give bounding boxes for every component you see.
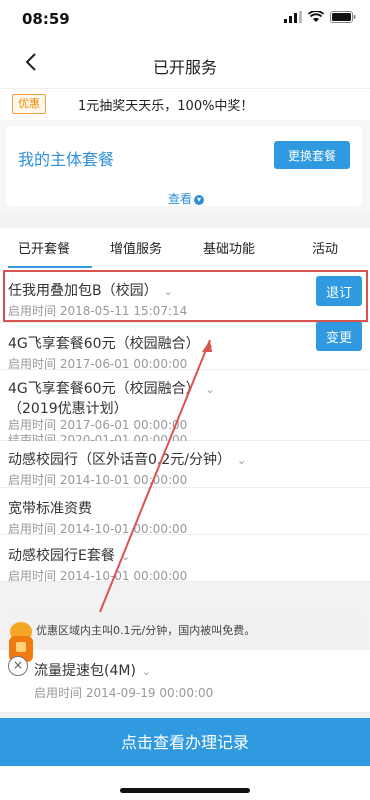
tab-value-added[interactable]: 增值服务	[110, 238, 162, 257]
list-item[interactable]: 动感校园行E套餐 ⌄ 启用时间 2014-10-01 00:00:00	[0, 535, 370, 583]
item-start-time: 启用时间 2014-10-01 00:00:00	[8, 473, 188, 487]
item-name: 4G飞享套餐60元（校园融合）	[8, 336, 200, 352]
item-name: 动感校园行（区外话音0.2元/分钟）	[8, 452, 231, 468]
notice-text: 优惠区域内主叫0.1元/分钟，国内被叫免费。	[36, 624, 256, 637]
list-item[interactable]: 4G飞享套餐60元（校园融合） ⌄ 启用时间 2017-06-01 00:00:0…	[0, 321, 370, 371]
view-records-button[interactable]: 点击查看办理记录	[0, 718, 370, 766]
item-name: 动感校园行E套餐	[8, 548, 115, 564]
chevron-down-icon: ⌄	[141, 665, 152, 678]
main-plan-title: 我的主体套餐	[18, 150, 115, 169]
home-indicator-area	[0, 766, 370, 800]
list-item[interactable]: 宽带标准资费 启用时间 2014-10-01 00:00:00	[0, 488, 370, 536]
home-indicator	[120, 788, 250, 793]
page-title: 已开服务	[152, 58, 217, 77]
item-start-time: 启用时间 2017-06-01 00:00:00	[8, 418, 188, 432]
nav-bar: 已开服务	[0, 38, 370, 88]
battery-icon	[330, 11, 356, 23]
close-icon[interactable]: ×	[8, 656, 28, 676]
list-item[interactable]: 流量提速包(4M) ⌄ 启用时间 2014-09-19 00:00:00	[0, 650, 370, 713]
change-button[interactable]: 变更	[316, 321, 362, 351]
status-bar: 08:59	[0, 0, 370, 38]
change-plan-button[interactable]: 更换套餐	[274, 141, 350, 169]
view-plan-link[interactable]: 查看 ▾	[168, 190, 205, 207]
notice-bar: 优惠区域内主叫0.1元/分钟，国内被叫免费。	[8, 612, 364, 646]
chevron-down-icon: ⌄	[163, 285, 173, 298]
chevron-down-icon: ⌄	[120, 550, 131, 563]
item-start-time: 启用时间 2018-05-11 15:07:14	[8, 304, 188, 318]
tab-active-plans[interactable]: 已开套餐	[18, 238, 70, 257]
chevron-down-icon: ⌄	[205, 338, 215, 351]
item-name: 流量提速包(4M)	[34, 663, 136, 679]
service-tabs: 已开套餐 增值服务 基础功能 活动	[0, 228, 370, 269]
plan-list: 任我用叠加包B（校园） ⌄ 启用时间 2018-05-11 15:07:14 退订…	[0, 268, 370, 583]
item-name: 任我用叠加包B（校园）	[8, 283, 158, 299]
status-icons	[284, 11, 356, 23]
promo-bar[interactable]: 优惠 1元抽奖天天乐，100%中奖！	[0, 88, 370, 121]
promo-badge: 优惠	[12, 94, 46, 114]
item-subname: （2019优惠计划）	[8, 401, 128, 417]
wifi-icon	[308, 11, 324, 22]
chevron-down-icon: ⌄	[236, 454, 247, 467]
main-plan-inner: 我的主体套餐 更换套餐 查看 ▾	[6, 126, 362, 206]
chevron-down-icon: ⌄	[205, 383, 215, 396]
item-name: 宽带标准资费	[8, 501, 92, 517]
tab-basic-functions[interactable]: 基础功能	[203, 238, 255, 257]
status-time: 08:59	[22, 10, 70, 28]
list-item[interactable]: 任我用叠加包B（校园） ⌄ 启用时间 2018-05-11 15:07:14 退订	[0, 268, 370, 323]
tab-activities[interactable]: 活动	[312, 238, 338, 257]
signal-icon	[284, 11, 302, 23]
list-item[interactable]: 4G飞享套餐60元（校园融合） ⌄ （2019优惠计划） 启用时间 2017-06…	[0, 370, 370, 447]
item-name: 4G飞享套餐60元（校园融合）	[8, 381, 200, 397]
unsubscribe-button[interactable]: 退订	[316, 276, 362, 306]
promo-text[interactable]: 1元抽奖天天乐，100%中奖！	[78, 95, 253, 114]
list-item[interactable]: 动感校园行（区外话音0.2元/分钟） ⌄ 启用时间 2014-10-01 00:0…	[0, 441, 370, 488]
item-start-time: 启用时间 2014-10-01 00:00:00	[8, 569, 188, 583]
main-plan-card: 我的主体套餐 更换套餐 查看 ▾	[0, 120, 370, 212]
chevron-down-icon: ▾	[194, 194, 205, 205]
view-plan-label: 查看	[168, 192, 193, 206]
item-start-time: 启用时间 2014-09-19 00:00:00	[34, 686, 214, 700]
